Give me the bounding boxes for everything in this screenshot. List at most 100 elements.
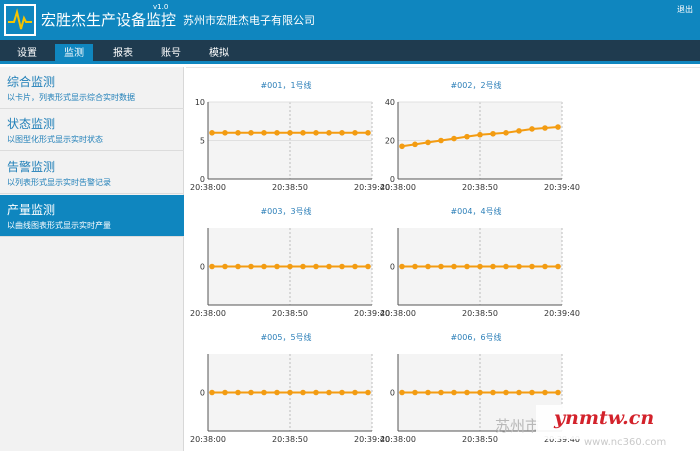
data-point bbox=[542, 263, 548, 270]
data-point bbox=[477, 389, 483, 396]
data-point bbox=[516, 263, 522, 270]
data-point bbox=[438, 263, 444, 270]
x-tick-label: 20:38:00 bbox=[190, 183, 226, 192]
x-tick-label: 20:38:00 bbox=[190, 435, 226, 444]
data-point bbox=[352, 263, 358, 270]
data-point bbox=[235, 263, 241, 270]
sidebar-item-title: 告警监测 bbox=[7, 160, 56, 174]
data-point bbox=[438, 137, 444, 144]
data-point bbox=[464, 263, 470, 270]
chart-title: #004，4号线 bbox=[450, 206, 501, 216]
data-point bbox=[365, 263, 371, 270]
y-tick-label: 0 bbox=[200, 263, 205, 272]
y-tick-label: 5 bbox=[200, 137, 205, 146]
data-point bbox=[529, 263, 535, 270]
data-point bbox=[516, 389, 522, 396]
data-point bbox=[235, 130, 241, 136]
sidebar-item-overview[interactable]: 综合监测 以卡片，列表形式显示综合实时数据 bbox=[0, 67, 184, 109]
app-version: v1.0 bbox=[153, 3, 169, 11]
menu-item-reports[interactable]: 报表 bbox=[104, 44, 142, 64]
data-point bbox=[412, 263, 418, 270]
x-tick-label: 20:38:50 bbox=[462, 435, 498, 444]
data-point bbox=[542, 389, 548, 396]
menu-item-monitor[interactable]: 监测 bbox=[55, 44, 93, 64]
data-point bbox=[503, 263, 509, 270]
data-point bbox=[399, 389, 405, 396]
x-tick-label: 20:38:50 bbox=[462, 183, 498, 192]
data-point bbox=[222, 389, 228, 396]
sidebar-item-status[interactable]: 状态监测 以图型化形式显示实时状态 bbox=[0, 109, 184, 151]
data-point bbox=[503, 389, 509, 396]
data-point bbox=[503, 130, 509, 136]
watermark-brand-text: ynmtw.cn bbox=[554, 407, 655, 429]
sidebar-item-title: 状态监测 bbox=[7, 117, 56, 131]
x-tick-label: 20:38:50 bbox=[272, 183, 308, 192]
data-point bbox=[352, 389, 358, 396]
data-point bbox=[339, 389, 345, 396]
data-point bbox=[352, 130, 358, 136]
data-point bbox=[287, 389, 293, 396]
sidebar-item-desc: 以曲线图表形式显示实时产量 bbox=[7, 221, 111, 230]
menu-item-account[interactable]: 账号 bbox=[152, 44, 190, 64]
data-point bbox=[261, 389, 267, 396]
x-tick-label: 20:38:50 bbox=[272, 435, 308, 444]
line-charts-grid: #001，1号线 0 5 10 20:38:00 20:38:50 20:39:40 #002… bbox=[190, 80, 580, 444]
data-point bbox=[425, 263, 431, 270]
data-point bbox=[451, 389, 457, 396]
data-point bbox=[248, 389, 254, 396]
y-tick-label: 20 bbox=[385, 137, 395, 146]
output-charts-panel: #001，1号线 0 5 10 20:38:00 20:38:50 20:39:40 #002… bbox=[186, 67, 700, 451]
sidebar-item-title: 产量监测 bbox=[7, 203, 56, 217]
data-point bbox=[300, 263, 306, 270]
data-point bbox=[300, 130, 306, 136]
menu-item-settings[interactable]: 设置 bbox=[8, 44, 46, 64]
x-tick-label: 20:38:00 bbox=[380, 183, 416, 192]
x-tick-label: 20:38:00 bbox=[190, 309, 226, 318]
data-point bbox=[451, 263, 457, 270]
app-header: 宏胜杰生产设备监控 v1.0 苏州市宏胜杰电子有限公司 退出 bbox=[0, 0, 700, 40]
data-point bbox=[209, 389, 215, 396]
data-point bbox=[222, 130, 228, 136]
data-point bbox=[516, 128, 522, 134]
y-tick-label: 0 bbox=[200, 389, 205, 398]
x-tick-label: 20:38:00 bbox=[380, 309, 416, 318]
data-point bbox=[274, 130, 280, 136]
sidebar-item-title: 综合监测 bbox=[7, 75, 56, 89]
chart-title: #003，3号线 bbox=[260, 206, 311, 216]
menu-item-simulate[interactable]: 模拟 bbox=[200, 44, 238, 64]
data-point bbox=[261, 130, 267, 136]
chart-title: #001，1号线 bbox=[260, 80, 311, 90]
data-point bbox=[425, 139, 431, 146]
data-point bbox=[326, 389, 332, 396]
y-tick-label: 0 bbox=[390, 389, 395, 398]
data-point bbox=[313, 263, 319, 270]
data-point bbox=[313, 389, 319, 396]
data-point bbox=[339, 130, 345, 136]
data-point bbox=[287, 263, 293, 270]
data-point bbox=[365, 130, 371, 136]
data-point bbox=[529, 126, 535, 132]
data-point bbox=[365, 389, 371, 396]
data-point bbox=[339, 263, 345, 270]
data-point bbox=[313, 130, 319, 136]
sidebar-item-desc: 以图型化形式显示实时状态 bbox=[7, 135, 103, 144]
x-tick-label: 20:38:50 bbox=[462, 309, 498, 318]
logout-link[interactable]: 退出 bbox=[677, 4, 693, 15]
sidebar-item-alarm[interactable]: 告警监测 以列表形式显示实时告警记录 bbox=[0, 152, 184, 194]
app-title: 宏胜杰生产设备监控 bbox=[41, 11, 177, 29]
data-point bbox=[248, 263, 254, 270]
data-point bbox=[326, 130, 332, 136]
data-point bbox=[542, 125, 548, 131]
pulse-logo-icon bbox=[4, 4, 36, 36]
data-point bbox=[399, 143, 405, 150]
data-point bbox=[490, 263, 496, 270]
data-point bbox=[490, 130, 496, 137]
x-tick-label: 20:38:00 bbox=[380, 435, 416, 444]
y-tick-label: 40 bbox=[385, 98, 395, 107]
y-tick-label: 10 bbox=[195, 98, 205, 107]
data-point bbox=[529, 389, 535, 396]
sidebar-item-output[interactable]: 产量监测 以曲线图表形式显示实时产量 bbox=[0, 195, 184, 237]
x-tick-label: 20:39:40 bbox=[544, 309, 580, 318]
sidebar-item-desc: 以列表形式显示实时告警记录 bbox=[7, 178, 111, 187]
data-point bbox=[490, 389, 496, 396]
